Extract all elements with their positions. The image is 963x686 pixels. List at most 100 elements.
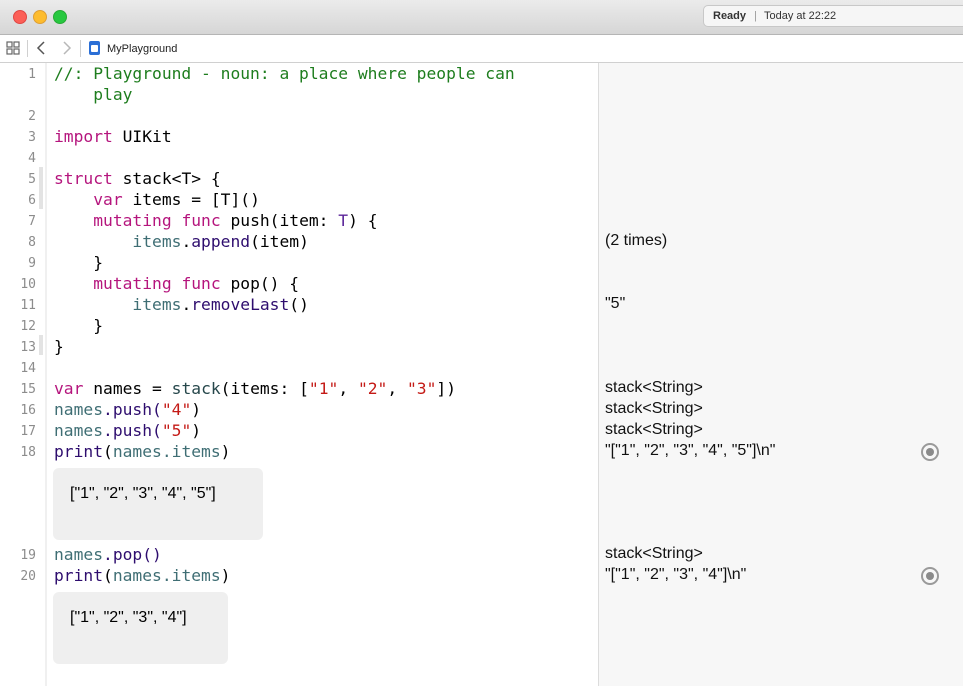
code-text: (item) [250, 232, 309, 251]
method: .push( [103, 400, 162, 419]
code-line-1: //: Playground - noun: a place where peo… [54, 64, 515, 83]
keyword: mutating func [93, 211, 221, 230]
jump-bar: MyPlayground [0, 35, 963, 63]
code-text: } [93, 316, 104, 335]
grid-icon[interactable] [6, 41, 20, 55]
code-line-11: items.removeLast() [54, 295, 308, 314]
line-number: 12 [20, 319, 36, 334]
status-separator: | [754, 10, 757, 22]
string-literal: "3" [406, 379, 437, 398]
code-line-15: var names = stack(items: ["1", "2", "3"]… [54, 379, 456, 398]
line-number: 7 [28, 214, 36, 229]
jumpbar-divider [80, 40, 81, 57]
code-text: UIKit [112, 127, 172, 146]
result-line-20[interactable]: "["1", "2", "3", "4"]\n" [605, 566, 746, 584]
code-text: (items: [ [220, 379, 309, 398]
code-text: pop() { [220, 274, 300, 293]
back-chevron-icon[interactable] [36, 41, 46, 55]
code-line-5: struct stack<T> { [54, 169, 221, 188]
status-time-label: Today at 22:22 [764, 10, 837, 22]
line-number: 18 [20, 445, 36, 460]
line-number: 8 [28, 235, 36, 250]
code-text: names = [83, 379, 172, 398]
result-line-18[interactable]: "["1", "2", "3", "4", "5"]\n" [605, 442, 775, 460]
code-text: ( [103, 442, 113, 461]
quick-look-eye-icon[interactable] [921, 567, 939, 585]
property: names [54, 421, 104, 440]
line-number: 3 [28, 130, 36, 145]
property: items [132, 232, 182, 251]
code-line-1-wrap: play [54, 85, 133, 104]
activity-status: Ready | Today at 22:22 [703, 5, 963, 27]
function-name: print [54, 442, 104, 461]
line-number: 5 [28, 172, 36, 187]
breadcrumb-file[interactable]: MyPlayground [107, 43, 177, 55]
keyword: import [54, 127, 113, 146]
code-line-13: } [54, 337, 64, 356]
code-line-12: } [54, 316, 103, 335]
execution-marker [39, 335, 43, 355]
line-number: 2 [28, 109, 36, 124]
code-text: } [93, 253, 104, 272]
code-text: ) [191, 421, 202, 440]
keyword: mutating func [93, 274, 221, 293]
method: append [191, 232, 251, 251]
code-text: , [338, 379, 358, 398]
jumpbar-divider [27, 40, 28, 57]
string-literal: "5" [161, 421, 192, 440]
code-text: ) [220, 442, 231, 461]
property: names [54, 400, 104, 419]
line-number: 17 [20, 424, 36, 439]
property: names.items [112, 566, 221, 585]
keyword: struct [54, 169, 113, 188]
minimize-window-button[interactable] [33, 10, 47, 24]
status-ready-label: Ready [713, 10, 747, 22]
line-number: 9 [28, 256, 36, 271]
result-line-8[interactable]: (2 times) [605, 232, 667, 250]
result-line-19[interactable]: stack<String> [605, 545, 703, 563]
keyword: var [54, 379, 84, 398]
line-number: 4 [28, 151, 36, 166]
code-text: . [181, 232, 192, 251]
line-number: 13 [20, 340, 36, 355]
title-bar: Ready | Today at 22:22 [0, 0, 963, 35]
code-line-9: } [54, 253, 103, 272]
zoom-window-button[interactable] [53, 10, 67, 24]
code-line-7: mutating func push(item: T) { [54, 211, 378, 230]
function-name: stack [171, 379, 221, 398]
code-line-20: print(names.items) [54, 566, 230, 585]
property: names [54, 545, 104, 564]
property: items [132, 295, 182, 314]
string-literal: "1" [308, 379, 339, 398]
line-number: 1 [28, 67, 36, 82]
property: names.items [112, 442, 221, 461]
code-line-17: names.push("5") [54, 421, 201, 440]
inline-result-view[interactable]: ["1", "2", "3", "4", "5"] [53, 468, 263, 540]
code-line-8: items.append(item) [54, 232, 309, 251]
result-line-16[interactable]: stack<String> [605, 400, 703, 418]
code-text: ( [103, 566, 113, 585]
method: removeLast [191, 295, 290, 314]
code-text: items = [T]() [122, 190, 260, 209]
code-editor[interactable]: 1 2 3 4 5 6 7 8 9 10 11 12 13 14 15 16 1… [0, 63, 963, 686]
code-text: ) { [348, 211, 378, 230]
close-window-button[interactable] [13, 10, 27, 24]
quick-look-eye-icon[interactable] [921, 443, 939, 461]
inline-result-view[interactable]: ["1", "2", "3", "4"] [53, 592, 228, 664]
code-text: } [54, 337, 64, 356]
inline-result-text: ["1", "2", "3", "4", "5"] [70, 485, 216, 502]
line-number: 6 [28, 193, 36, 208]
result-line-11[interactable]: "5" [605, 295, 625, 313]
result-line-17[interactable]: stack<String> [605, 421, 703, 439]
result-line-15[interactable]: stack<String> [605, 379, 703, 397]
code-text: ) [191, 400, 202, 419]
code-text: push(item: [220, 211, 339, 230]
line-number: 20 [20, 569, 36, 584]
keyword: var [93, 190, 123, 209]
forward-chevron-icon[interactable] [62, 41, 72, 55]
playground-file-icon [89, 41, 100, 55]
method: .push( [103, 421, 162, 440]
string-literal: "4" [161, 400, 192, 419]
code-line-16: names.push("4") [54, 400, 201, 419]
inline-result-text: ["1", "2", "3", "4"] [70, 609, 187, 626]
